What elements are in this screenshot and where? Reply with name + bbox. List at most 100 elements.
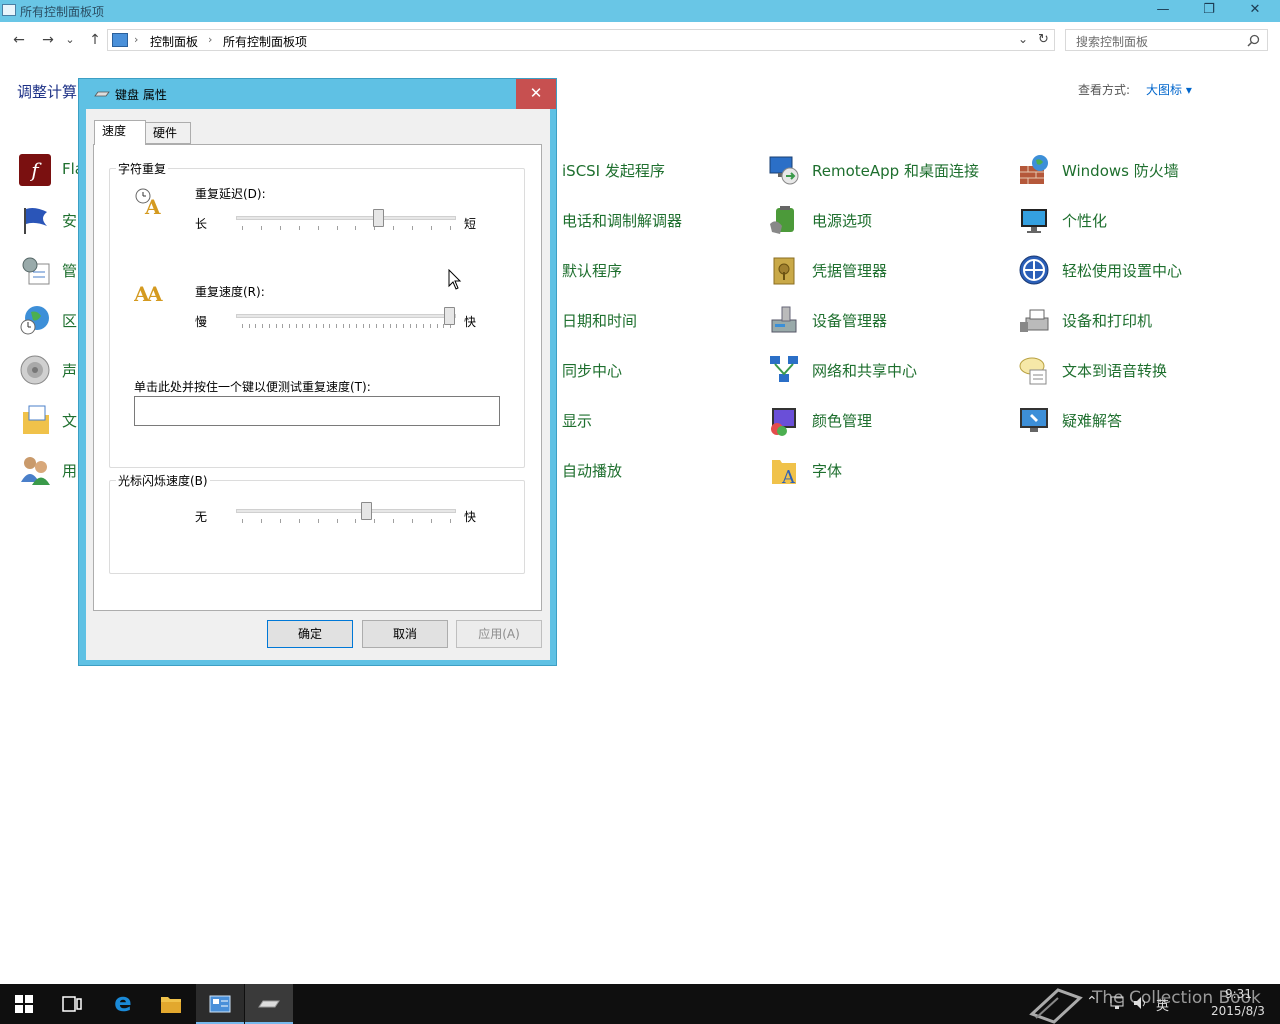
item-fonts[interactable]: 字体 <box>812 460 842 481</box>
search-icon[interactable] <box>1247 34 1260 47</box>
dialog-close-button[interactable]: ✕ <box>516 79 556 109</box>
item-admin-tools[interactable]: 管 <box>62 260 77 281</box>
control-panel-icon <box>112 33 128 47</box>
taskbar-keyboard-properties[interactable] <box>245 984 293 1024</box>
repeat-rate-fast-label: 快 <box>464 315 477 329</box>
taskbar-control-panel[interactable] <box>196 984 244 1024</box>
item-personalization[interactable]: 个性化 <box>1062 210 1107 231</box>
network-icon[interactable] <box>1110 996 1126 1010</box>
svg-text:A: A <box>781 467 796 486</box>
slider-tick <box>412 226 414 230</box>
forward-button[interactable]: → <box>38 30 58 50</box>
item-text-to-speech[interactable]: 文本到语音转换 <box>1062 360 1167 381</box>
slider-thumb[interactable] <box>373 209 385 227</box>
minimize-button[interactable]: — <box>1140 0 1186 22</box>
fonts-icon[interactable]: A <box>768 454 800 486</box>
close-button[interactable]: ✕ <box>1232 0 1278 22</box>
back-button[interactable]: ← <box>9 30 29 50</box>
region-globe-icon[interactable] <box>19 304 51 336</box>
network-sharing-icon[interactable] <box>768 354 800 386</box>
item-remoteapp[interactable]: RemoteApp 和桌面连接 <box>812 160 979 181</box>
flash-player-icon[interactable]: f <box>19 154 51 186</box>
edge-browser-icon[interactable]: e <box>110 988 136 1018</box>
slider-tick <box>242 324 243 328</box>
item-power-options[interactable]: 电源选项 <box>812 210 872 231</box>
start-windows-icon[interactable] <box>15 995 33 1013</box>
item-autoplay[interactable]: 自动播放 <box>562 460 622 481</box>
color-management-icon[interactable] <box>768 404 800 436</box>
tab-speed[interactable]: 速度 <box>94 120 146 145</box>
file-explorer-icon[interactable] <box>160 994 182 1014</box>
troubleshooting-icon[interactable] <box>1018 404 1050 436</box>
item-devices-and-printers[interactable]: 设备和打印机 <box>1062 310 1152 331</box>
test-repeat-label: 单击此处并按住一个键以便测试重复速度(T): <box>134 380 371 394</box>
item-sound[interactable]: 声 <box>62 360 77 381</box>
recent-locations-button[interactable]: ⌄ <box>62 30 78 50</box>
text-to-speech-icon[interactable] <box>1018 354 1050 386</box>
devices-printers-icon[interactable] <box>1018 304 1050 336</box>
ok-button[interactable]: 确定 <box>267 620 353 648</box>
power-options-icon[interactable] <box>768 204 800 236</box>
item-file-explorer-options[interactable]: 文 <box>62 410 77 431</box>
test-repeat-input[interactable] <box>134 396 500 426</box>
item-user-accounts[interactable]: 用 <box>62 460 77 481</box>
repeat-delay-slider[interactable] <box>236 209 456 233</box>
remoteapp-icon[interactable] <box>768 154 800 186</box>
cursor-blink-slider[interactable] <box>236 502 456 526</box>
clock-date[interactable]: 2015/8/3 <box>1211 1004 1265 1018</box>
slider-tick <box>355 226 357 230</box>
item-phone-and-modem[interactable]: 电话和调制解调器 <box>562 210 682 231</box>
slider-tick <box>315 324 317 328</box>
file-explorer-options-icon[interactable] <box>19 404 51 436</box>
sound-speaker-icon[interactable] <box>19 354 51 386</box>
item-troubleshooting[interactable]: 疑难解答 <box>1062 410 1122 431</box>
text-cursor-icon <box>149 499 151 521</box>
ime-indicator[interactable]: 英 <box>1156 995 1169 1014</box>
tab-hardware[interactable]: 硬件 <box>145 122 191 144</box>
cancel-button[interactable]: 取消 <box>362 620 448 648</box>
firewall-icon[interactable] <box>1018 154 1050 186</box>
clock-time[interactable]: 9:31 <box>1225 987 1252 1001</box>
slider-tick <box>335 324 337 328</box>
item-sync-center[interactable]: 同步中心 <box>562 360 622 381</box>
item-credential-manager[interactable]: 凭据管理器 <box>812 260 887 281</box>
slider-thumb[interactable] <box>360 502 372 520</box>
slider-thumb[interactable] <box>444 307 455 325</box>
address-bar[interactable]: › 控制面板 › 所有控制面板项 ⌄ ↻ <box>107 29 1055 51</box>
item-region[interactable]: 区 <box>62 310 77 331</box>
tray-chevron-icon[interactable]: ⌃ <box>1086 994 1098 1010</box>
item-ease-of-access-center[interactable]: 轻松使用设置中心 <box>1062 260 1182 281</box>
address-dropdown-button[interactable]: ⌄ <box>1018 32 1028 46</box>
slider-tick <box>242 519 243 523</box>
slider-tick <box>423 324 425 328</box>
repeat-rate-icon: A A <box>134 282 163 305</box>
ease-of-access-icon[interactable] <box>1018 254 1050 286</box>
security-flag-icon[interactable] <box>19 204 51 236</box>
search-input[interactable]: 搜索控制面板 <box>1065 29 1268 51</box>
repeat-rate-slider[interactable] <box>236 307 456 331</box>
breadcrumb-control-panel[interactable]: 控制面板 <box>150 33 198 50</box>
item-windows-firewall[interactable]: Windows 防火墙 <box>1062 160 1179 181</box>
credential-manager-icon[interactable] <box>768 254 800 286</box>
breadcrumb-all-items[interactable]: 所有控制面板项 <box>223 33 307 50</box>
restore-button[interactable]: ❐ <box>1186 0 1232 22</box>
device-manager-icon[interactable] <box>768 304 800 336</box>
book-watermark-icon <box>1029 988 1083 1024</box>
item-date-and-time[interactable]: 日期和时间 <box>562 310 637 331</box>
personalization-icon[interactable] <box>1018 204 1050 236</box>
item-default-programs[interactable]: 默认程序 <box>562 260 622 281</box>
refresh-button[interactable]: ↻ <box>1038 32 1049 47</box>
item-device-manager[interactable]: 设备管理器 <box>812 310 887 331</box>
view-by-dropdown[interactable]: 大图标 ▾ <box>1146 81 1192 98</box>
item-display[interactable]: 显示 <box>562 410 592 431</box>
volume-icon[interactable] <box>1133 996 1149 1010</box>
task-view-icon[interactable] <box>62 996 82 1012</box>
item-color-management[interactable]: 颜色管理 <box>812 410 872 431</box>
admin-tools-icon[interactable] <box>19 254 51 286</box>
item-iscsi-initiator[interactable]: iSCSI 发起程序 <box>562 160 665 181</box>
user-accounts-icon[interactable] <box>19 454 51 486</box>
apply-button[interactable]: 应用(A) <box>456 620 542 648</box>
up-button[interactable]: ↑ <box>85 30 105 50</box>
item-security[interactable]: 安 <box>62 210 77 231</box>
item-network-sharing-center[interactable]: 网络和共享中心 <box>812 360 917 381</box>
